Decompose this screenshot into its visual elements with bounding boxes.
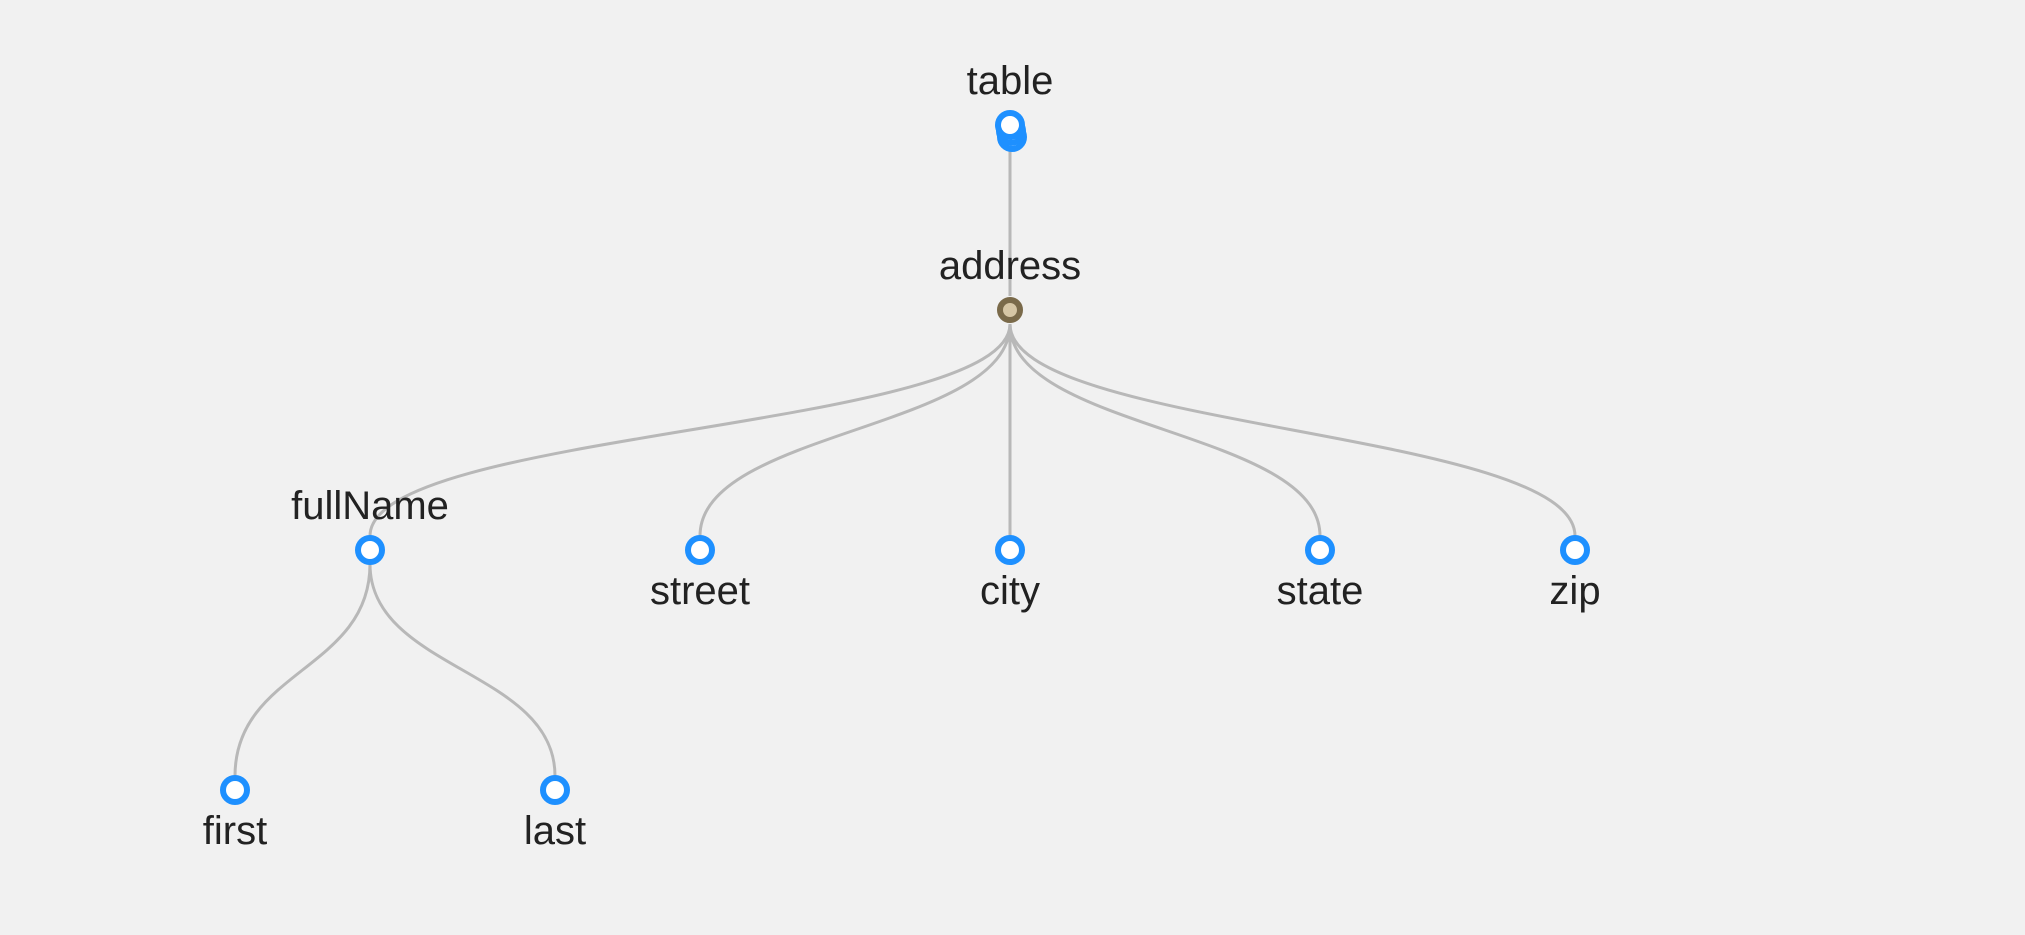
node-table[interactable]: table [995, 110, 1025, 140]
leaf-icon [355, 535, 385, 565]
leaf-icon [685, 535, 715, 565]
node-label: address [939, 244, 1081, 289]
node-street[interactable]: street [685, 535, 715, 565]
node-label: table [967, 59, 1054, 104]
node-first[interactable]: first [220, 775, 250, 805]
edge-fullname-first [235, 564, 370, 776]
leaf-icon [1305, 535, 1335, 565]
node-label: street [650, 569, 750, 614]
node-label: state [1277, 569, 1364, 614]
array-icon [995, 110, 1025, 140]
node-zip[interactable]: zip [1560, 535, 1590, 565]
node-label: zip [1549, 569, 1600, 614]
edge-address-fullname [370, 324, 1010, 536]
node-address[interactable]: address [995, 295, 1025, 325]
edge-address-street [700, 324, 1010, 536]
edge-address-state [1010, 324, 1320, 536]
leaf-icon [995, 535, 1025, 565]
edge-address-zip [1010, 324, 1575, 536]
leaf-icon [1560, 535, 1590, 565]
object-icon [995, 295, 1025, 325]
node-fullname[interactable]: fullName [355, 535, 385, 565]
leaf-icon [220, 775, 250, 805]
node-last[interactable]: last [540, 775, 570, 805]
node-label: city [980, 569, 1040, 614]
node-label: fullName [291, 484, 449, 529]
node-state[interactable]: state [1305, 535, 1335, 565]
diagram-canvas[interactable]: table address fullName street city [0, 0, 2025, 935]
node-label: last [524, 809, 586, 854]
leaf-icon [540, 775, 570, 805]
edge-fullname-last [370, 564, 555, 776]
node-label: first [203, 809, 267, 854]
node-city[interactable]: city [995, 535, 1025, 565]
